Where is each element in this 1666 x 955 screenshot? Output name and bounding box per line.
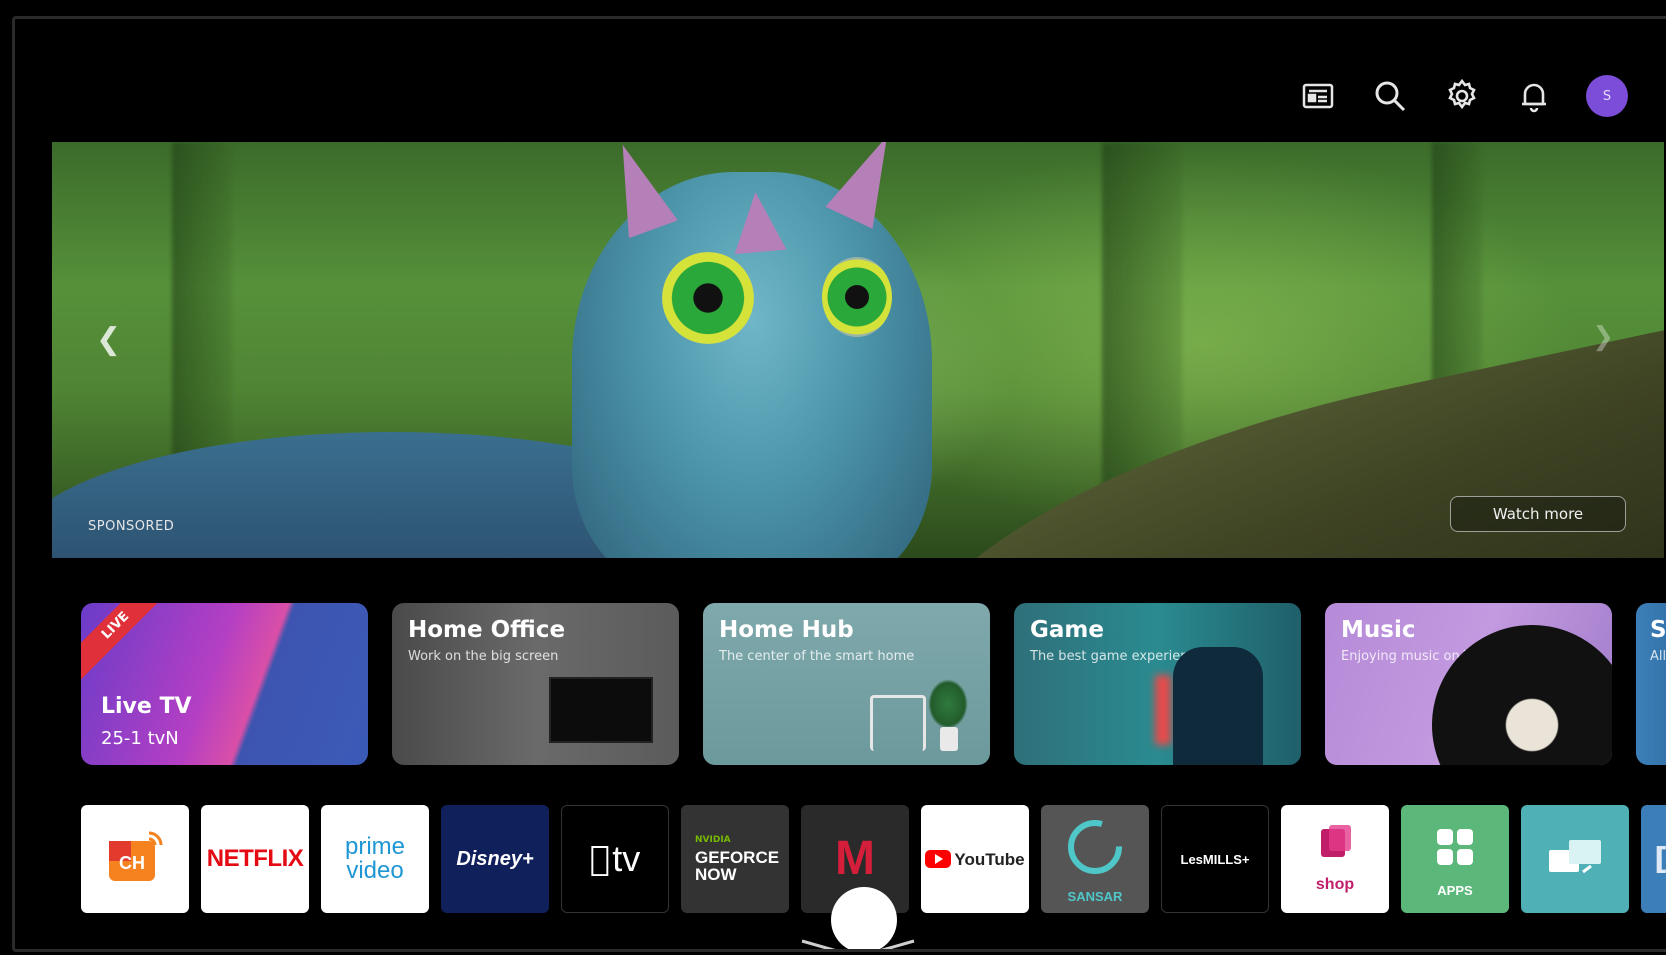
vinyl-illustration [1432,625,1612,765]
card-title: Home Office [408,617,566,643]
notification-icon[interactable] [1514,76,1554,116]
card-subtitle: Work on the big screen [408,649,559,664]
settings-icon[interactable] [1442,76,1482,116]
shop-bag-icon [1321,825,1351,857]
partial-app-icon: [ [1654,842,1666,877]
tv-illustration [549,677,653,743]
app-sublabel: NVIDIA [695,835,731,845]
chevron-left-icon[interactable]: ❮ [96,322,121,357]
app-netflix[interactable]: NETFLIX [201,805,309,913]
ch-icon: CH [109,831,163,881]
card-game[interactable]: Game The best game experience [1014,603,1301,765]
hero-dragon-eye [822,257,892,337]
svg-text:CH: CH [119,853,145,873]
chevron-right-icon[interactable]: ❯ [1592,322,1614,352]
app-label: tv [601,838,640,879]
profile-avatar[interactable]: S [1586,75,1628,117]
card-live-tv[interactable]: LIVE Live TV 25-1 tvN [81,603,368,765]
app-label: M [835,832,875,885]
search-icon[interactable] [1370,76,1410,116]
category-cards-row: LIVE Live TV 25-1 tvN Home Office Work o… [81,603,1666,765]
app-apps[interactable]: APPS [1401,805,1509,913]
pot-illustration [940,727,958,751]
app-sansar[interactable]: SANSAR [1041,805,1149,913]
app-label: NETFLIX [206,845,304,872]
guide-icon[interactable] [1298,76,1338,116]
card-home-hub[interactable]: Home Hub The center of the smart home [703,603,990,765]
app-lesmills[interactable]: LesMILLS+ [1161,805,1269,913]
tv-screen: S ❮ ❯ SPONSORED Watch more LIVE Live TV … [12,16,1666,952]
hero-dragon-horn [729,189,787,255]
app-ch[interactable]: CH [81,805,189,913]
card-title: Home Hub [719,617,854,643]
app-label: LesMILLS+ [1180,851,1250,867]
gaming-chair-illustration [1173,647,1263,765]
card-music[interactable]: Music Enjoying music on TV [1325,603,1612,765]
card-channel: 25-1 tvN [101,728,179,749]
sansar-ring-icon [1068,820,1122,874]
apple-icon:  [590,839,610,879]
watch-more-button[interactable]: Watch more [1450,496,1626,532]
hero-banner[interactable]: ❮ ❯ SPONSORED Watch more [52,142,1664,558]
plant-illustration [928,679,968,729]
chair-illustration [870,695,926,751]
input-screens-icon [1549,840,1601,874]
card-sports[interactable]: Sp All [1636,603,1666,765]
card-title: Sp [1650,617,1666,643]
sponsored-label: SPONSORED [88,519,175,534]
app-input[interactable] [1521,805,1629,913]
card-subtitle: The center of the smart home [719,649,915,664]
chevron-down-icon[interactable] [798,937,918,952]
live-badge: LIVE [81,603,172,682]
app-disney-plus[interactable]: Disney+ [441,805,549,913]
hero-dragon-horn [598,142,678,239]
light-illustration [1155,675,1171,745]
avatar-initial: S [1602,88,1612,104]
card-title: Game [1030,617,1104,643]
app-shop-time[interactable]: shop [1281,805,1389,913]
app-geforce-now[interactable]: NVIDIA GEFORCE NOW [681,805,789,913]
app-prime-video[interactable]: prime video [321,805,429,913]
app-label: SANSAR [1067,889,1123,904]
app-more[interactable]: [ [1641,805,1666,913]
app-label: prime video [344,833,405,884]
apps-grid-icon [1437,829,1473,865]
app-label: shop [1315,876,1355,893]
card-title: Live TV [101,694,192,719]
app-label: Disney+ [456,848,534,870]
app-label: GEFORCE NOW [695,848,780,884]
hero-dragon-eye [662,252,754,344]
card-home-office[interactable]: Home Office Work on the big screen [392,603,679,765]
app-apple-tv[interactable]:  tv [561,805,669,913]
top-bar: S [1298,75,1628,117]
app-youtube[interactable]: YouTube [921,805,1029,913]
app-label: APPS [1437,883,1473,898]
card-subtitle: All [1650,649,1666,664]
youtube-play-icon [925,850,952,868]
app-label: YouTube [954,849,1025,869]
